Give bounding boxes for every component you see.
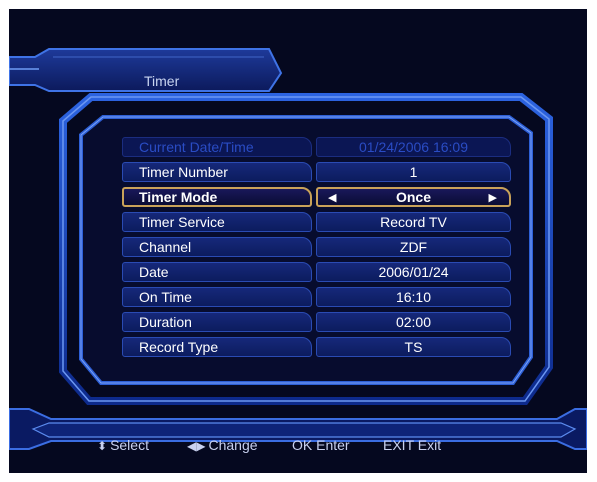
arrow-right-icon[interactable]: ▶ [489, 190, 497, 206]
row-channel[interactable]: Channel ZDF [122, 237, 511, 257]
row-label: Duration [122, 312, 312, 332]
row-current-date-time: Current Date/Time 01/24/2006 16:09 [122, 137, 511, 157]
row-record-type[interactable]: Record Type TS [122, 337, 511, 357]
window-title: Timer [144, 73, 180, 89]
row-timer-number[interactable]: Timer Number 1 [122, 162, 511, 182]
hint-select-label: Select [110, 437, 149, 453]
hint-select: ⬍ Select [97, 437, 149, 453]
up-down-icon: ⬍ [97, 439, 108, 453]
row-value: Once [395, 189, 431, 205]
ok-key-label: OK [292, 437, 313, 453]
left-right-icon: ◀▶ [187, 439, 206, 453]
row-on-time[interactable]: On Time 16:10 [122, 287, 511, 307]
page: Timer Current Date/Time 01/24/2006 16:09… [0, 0, 597, 482]
row-label: Timer Number [122, 162, 312, 182]
row-label: Current Date/Time [122, 137, 312, 157]
row-duration[interactable]: Duration 02:00 [122, 312, 511, 332]
row-label: Record Type [122, 337, 312, 357]
arrow-left-icon[interactable]: ◀ [328, 190, 336, 206]
row-value[interactable]: 1 [316, 162, 511, 182]
row-label: Channel [122, 237, 312, 257]
row-value[interactable]: TS [316, 337, 511, 357]
hint-change: ◀▶ Change [187, 437, 258, 453]
tv-screen: Timer Current Date/Time 01/24/2006 16:09… [9, 9, 587, 473]
hint-enter: OK Enter [292, 437, 350, 453]
row-label: Timer Mode [122, 187, 312, 207]
row-value[interactable]: 2006/01/24 [316, 262, 511, 282]
row-value[interactable]: ZDF [316, 237, 511, 257]
hint-exit: EXIT Exit [383, 437, 441, 453]
hint-exit-label: Exit [417, 437, 442, 453]
row-value: 01/24/2006 16:09 [316, 137, 511, 157]
row-label: Timer Service [122, 212, 312, 232]
row-value[interactable]: 16:10 [316, 287, 511, 307]
row-timer-service[interactable]: Timer Service Record TV [122, 212, 511, 232]
row-label: Date [122, 262, 312, 282]
timer-mode-selector[interactable]: ◀ Once ▶ [316, 187, 511, 207]
row-value[interactable]: 02:00 [316, 312, 511, 332]
hint-enter-label: Enter [316, 437, 350, 453]
row-value[interactable]: Record TV [316, 212, 511, 232]
exit-key-label: EXIT [383, 437, 414, 453]
hint-change-label: Change [208, 437, 258, 453]
row-label: On Time [122, 287, 312, 307]
row-date[interactable]: Date 2006/01/24 [122, 262, 511, 282]
row-timer-mode[interactable]: Timer Mode ◀ Once ▶ [122, 187, 511, 207]
